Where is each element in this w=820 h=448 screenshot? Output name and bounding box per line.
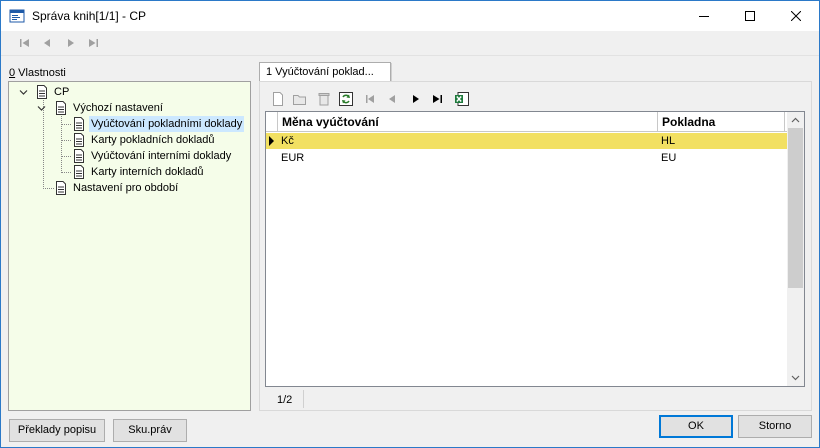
grid-status-bar: 1/2 <box>265 388 805 410</box>
table-row[interactable]: Kč HL <box>266 133 787 149</box>
maximize-button[interactable] <box>727 1 773 31</box>
scroll-thumb[interactable] <box>788 128 803 288</box>
tree-item-internal-settlement[interactable]: Vyúčtování interními doklady <box>9 148 249 164</box>
ok-button[interactable]: OK <box>659 415 733 438</box>
document-icon <box>74 133 84 147</box>
column-header-currency[interactable]: Měna vyúčtování <box>278 112 658 132</box>
tree-item-cp[interactable]: CP <box>9 84 249 100</box>
chevron-down-icon[interactable] <box>37 104 46 113</box>
document-icon <box>74 165 84 179</box>
title-bar: Správa knih[1/1] - CP <box>1 1 819 31</box>
open-folder-icon[interactable] <box>292 91 308 107</box>
tree-item-label: Karty pokladních dokladů <box>91 134 215 146</box>
table-row[interactable]: EUR EU <box>266 150 787 166</box>
minimize-icon <box>699 16 709 17</box>
cell-currency[interactable]: Kč <box>279 133 657 149</box>
next-record-icon[interactable] <box>65 37 77 49</box>
tree-item-default-settings[interactable]: Výchozí nastavení <box>9 100 249 116</box>
tab-separator <box>391 63 392 81</box>
cell-cashbox[interactable]: HL <box>659 133 785 149</box>
record-navigation-toolbar <box>1 32 819 54</box>
close-button[interactable] <box>773 1 819 31</box>
current-row-indicator-icon <box>269 136 274 146</box>
previous-row-icon[interactable] <box>384 91 400 107</box>
document-icon <box>37 85 47 99</box>
document-icon <box>56 181 66 195</box>
tree-item-cash-cards[interactable]: Karty pokladních dokladů <box>9 132 249 148</box>
grid-vertical-scrollbar[interactable] <box>787 112 804 386</box>
next-row-icon[interactable] <box>408 91 424 107</box>
grid-toolbar <box>266 89 806 109</box>
maximize-icon <box>745 11 755 21</box>
delete-record-icon[interactable] <box>316 91 332 107</box>
row-indicator-header <box>266 112 278 132</box>
toolbar-divider <box>1 55 819 56</box>
minimize-button[interactable] <box>681 1 727 31</box>
properties-label: 0 Vlastnosti <box>9 67 66 79</box>
cell-currency[interactable]: EUR <box>279 150 657 166</box>
first-record-icon[interactable] <box>19 37 31 49</box>
rights-button[interactable]: Sku.práv <box>113 419 187 442</box>
grid-header: Měna vyúčtování Pokladna <box>266 112 787 132</box>
tree-item-internal-cards[interactable]: Karty interních dokladů <box>9 164 249 180</box>
chevron-down-icon[interactable] <box>19 88 28 97</box>
last-record-icon[interactable] <box>87 37 99 49</box>
settlement-grid[interactable]: Měna vyúčtování Pokladna Kč HL EUR EU <box>265 111 805 387</box>
excel-export-icon[interactable] <box>454 91 470 107</box>
last-row-icon[interactable] <box>430 91 446 107</box>
tree-item-label: Vyúčtování pokladními doklady <box>89 116 245 132</box>
window-title: Správa knih[1/1] - CP <box>32 9 147 23</box>
previous-record-icon[interactable] <box>41 37 53 49</box>
document-icon <box>74 117 84 131</box>
tree-item-label: Karty interních dokladů <box>91 166 204 178</box>
document-icon <box>74 149 84 163</box>
cell-cashbox[interactable]: EU <box>659 150 785 166</box>
document-icon <box>56 101 66 115</box>
scroll-up-icon[interactable] <box>791 116 800 125</box>
cancel-button[interactable]: Storno <box>738 415 812 438</box>
column-header-cashbox[interactable]: Pokladna <box>658 112 785 132</box>
properties-tree[interactable]: CP Výchozí nastavení Vyúčtování pokladní… <box>8 81 251 411</box>
tree-item-label: CP <box>54 86 70 98</box>
tree-item-cash-settlement[interactable]: Vyúčtování pokladními doklady <box>9 116 249 132</box>
tab-cash-settlement[interactable]: 1 Vyúčtování poklad... <box>259 62 391 82</box>
properties-label-text: Vlastnosti <box>15 67 66 79</box>
app-icon <box>9 9 25 23</box>
refresh-icon[interactable] <box>338 91 354 107</box>
tree-item-label: Vyúčtování interními doklady <box>91 150 232 162</box>
record-counter: 1/2 <box>277 394 293 406</box>
scroll-down-icon[interactable] <box>791 373 800 382</box>
tree-item-label: Výchozí nastavení <box>73 102 163 114</box>
new-record-icon[interactable] <box>270 91 286 107</box>
close-icon <box>791 11 801 21</box>
status-separator <box>303 390 304 408</box>
translations-button[interactable]: Překlady popisu <box>9 419 105 442</box>
tree-item-label: Nastavení pro období <box>73 182 179 194</box>
tree-item-period-settings[interactable]: Nastavení pro období <box>9 180 249 196</box>
first-row-icon[interactable] <box>362 91 378 107</box>
main-window: Správa knih[1/1] - CP 0 Vlastnosti CP Vý… <box>0 0 820 448</box>
